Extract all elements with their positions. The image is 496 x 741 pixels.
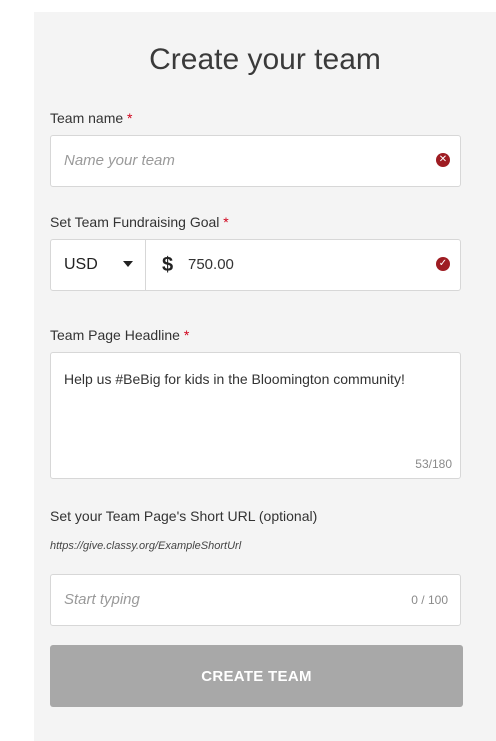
headline-label: Team Page Headline * [50,326,189,344]
check-icon: ✓ [436,257,450,271]
caret-down-icon [123,261,133,267]
fundraising-goal-label-text: Set Team Fundraising Goal [50,214,220,230]
create-team-panel: Create your team Team name * Name your t… [34,12,496,741]
short-url-label: Set your Team Page's Short URL (optional… [50,508,318,524]
fundraising-goal-field: USD $ 750.00 ✓ [50,239,461,291]
short-url-example: https://give.classy.org/ExampleShortUrl [50,540,242,552]
required-marker: * [223,214,229,230]
create-team-button[interactable]: CREATE TEAM [50,645,463,707]
required-marker: * [183,327,190,343]
headline-textarea[interactable]: Help us #BeBig for kids in the Bloomingt… [50,352,461,479]
short-url-placeholder: Start typing [64,591,140,608]
short-url-input[interactable]: Start typing 0 / 100 [50,574,461,626]
page-title: Create your team [149,43,381,76]
error-x-icon: ✕ [436,153,450,167]
headline-text: Help us #BeBig for kids in the Bloomingt… [64,371,405,387]
team-name-label: Team name * [50,109,133,127]
currency-select[interactable]: USD [51,240,146,290]
team-name-placeholder: Name your team [64,152,175,169]
required-marker: * [127,110,133,126]
short-url-char-counter: 0 / 100 [411,593,448,607]
goal-amount-input[interactable]: 750.00 [188,240,234,290]
headline-char-counter: 53/180 [415,457,452,471]
currency-symbol: $ [162,254,174,276]
headline-label-text: Team Page Headline [50,327,180,343]
currency-value: USD [64,256,98,273]
fundraising-goal-label: Set Team Fundraising Goal * [50,213,229,231]
team-name-field[interactable]: Name your team ✕ [50,135,461,187]
team-name-label-text: Team name [50,110,124,126]
